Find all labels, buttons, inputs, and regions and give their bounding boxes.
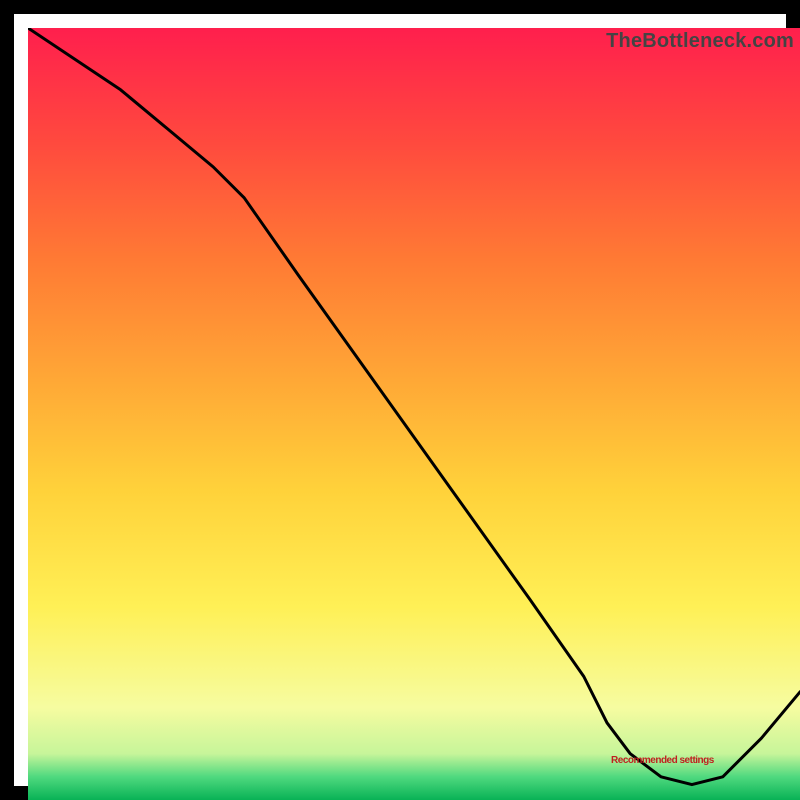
recommended-annotation: Recommended settings: [611, 755, 714, 766]
chart-svg: [28, 28, 800, 800]
gradient-background: [28, 28, 800, 800]
chart-frame: TheBottleneck.com Recommended settings: [0, 0, 800, 800]
watermark-text: TheBottleneck.com: [606, 30, 794, 53]
plot-area: TheBottleneck.com Recommended settings: [28, 28, 800, 800]
